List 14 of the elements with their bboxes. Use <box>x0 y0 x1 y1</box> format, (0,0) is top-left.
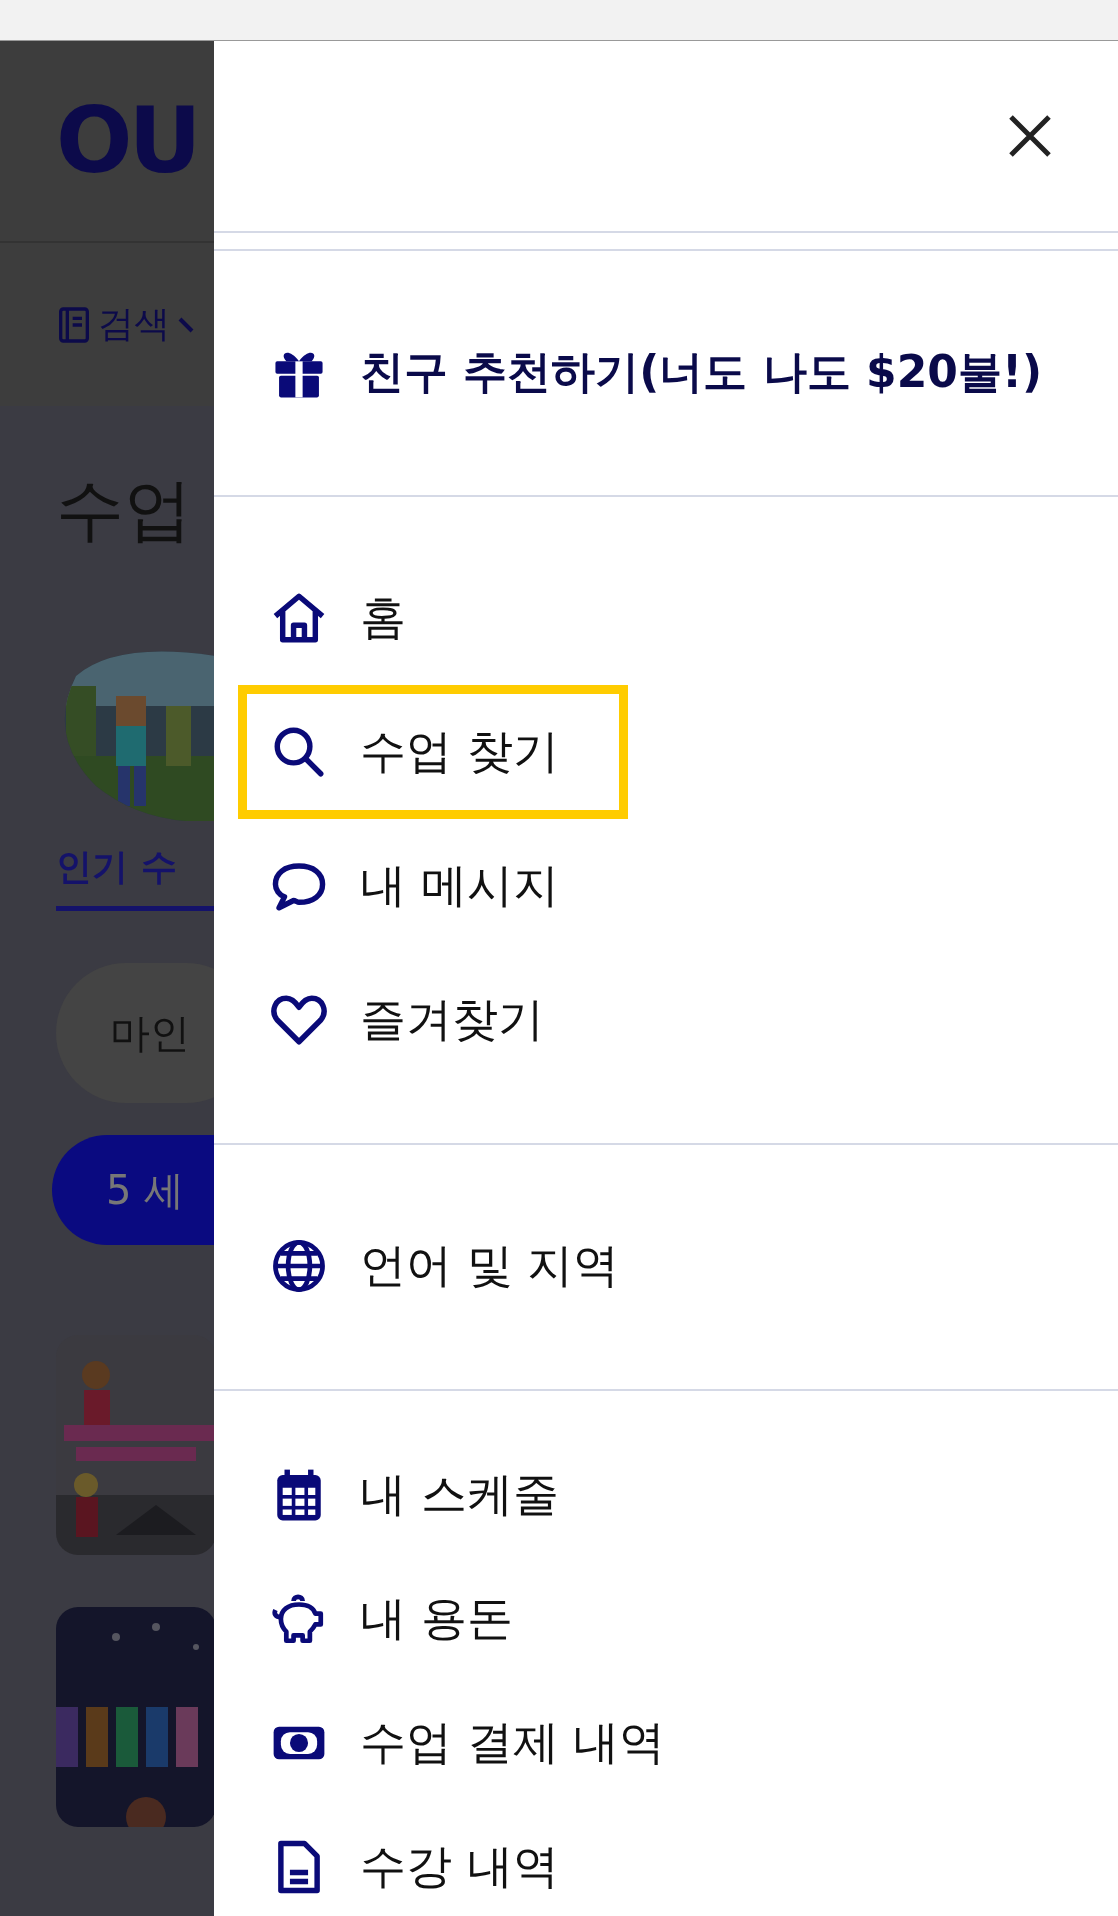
menu-item[interactable]: 수강 내역 <box>238 1805 628 1916</box>
menu-item[interactable]: 수업 찾기 <box>238 685 628 819</box>
menu-item[interactable]: 친구 추천하기(너도 나도 $20불!) <box>238 305 1052 439</box>
menu-item[interactable]: 홈 <box>238 551 475 685</box>
menu-item[interactable]: 내 스케줄 <box>238 1433 628 1557</box>
menu-item[interactable]: 내 메시지 <box>238 819 628 953</box>
globe-icon <box>270 1237 328 1295</box>
chevron-icon <box>178 316 194 333</box>
book-icon <box>58 305 90 344</box>
menu-item[interactable]: 언어 및 지역 <box>238 1199 689 1333</box>
close-icon[interactable] <box>1008 114 1052 158</box>
menu-item[interactable]: 즐겨찾기 <box>238 953 613 1087</box>
menu-item[interactable]: 내 용돈 <box>238 1557 582 1681</box>
menu-item[interactable]: 수업 결제 내역 <box>238 1681 735 1805</box>
